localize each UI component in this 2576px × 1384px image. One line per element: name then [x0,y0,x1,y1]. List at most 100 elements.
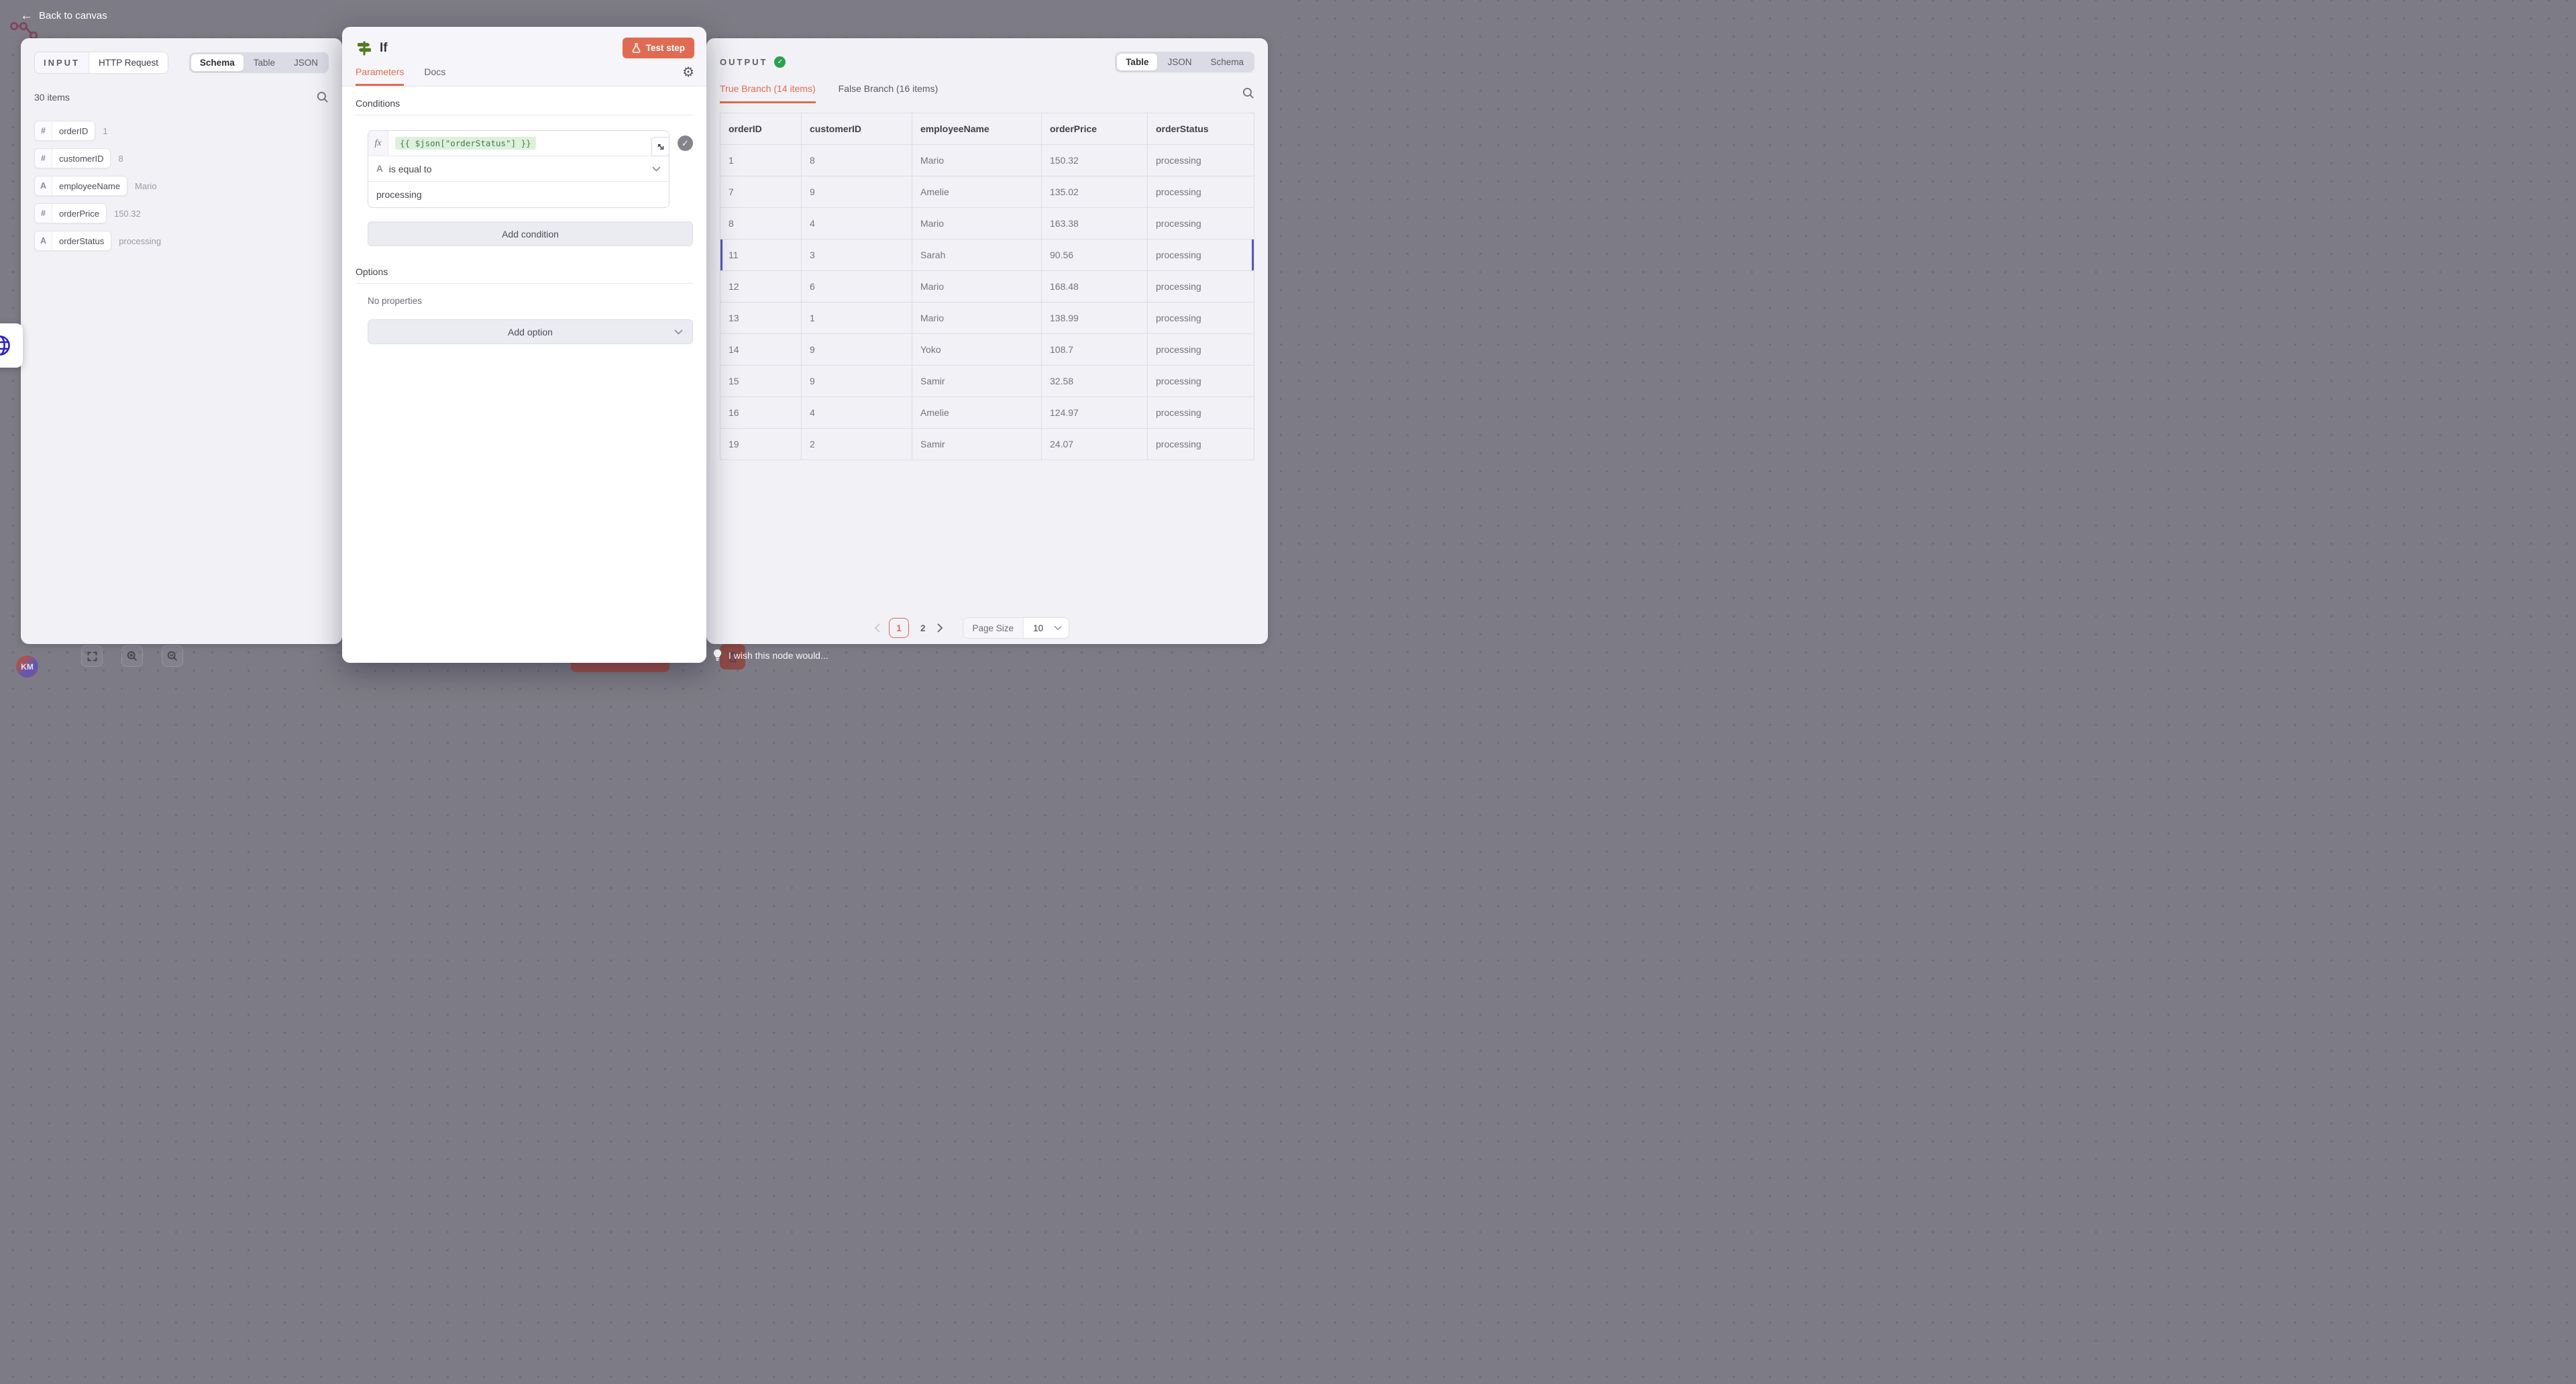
table-row[interactable]: 7 9 Amelie 135.02 processing [720,176,1254,208]
output-tab-schema[interactable]: Schema [1201,54,1252,70]
cell: 12 [720,271,802,303]
cell: 15 [720,366,802,397]
field-name: orderStatus [52,231,111,250]
input-tab-schema[interactable]: Schema [191,54,244,71]
schema-list: # orderID 1 # customerID 8 A employeeNam… [34,121,329,251]
table-row[interactable]: 11 3 Sarah 90.56 processing [720,239,1254,271]
search-icon [1242,87,1254,99]
back-to-canvas-button[interactable]: ← Back to canvas [20,9,107,22]
previous-page-button[interactable] [874,623,880,633]
no-properties-text: No properties [368,296,693,306]
schema-item[interactable]: # orderID 1 [34,121,108,141]
node-detail-modal: If Test step Parameters Docs ⚙ Condition… [342,27,706,663]
column-header[interactable]: orderStatus [1148,113,1254,145]
cell: processing [1148,271,1254,303]
schema-pill: # customerID [34,148,111,168]
lightbulb-icon [713,649,722,661]
field-value: 150.32 [114,209,141,219]
table-row[interactable]: 15 9 Samir 32.58 processing [720,366,1254,397]
table-row[interactable]: 12 6 Mario 168.48 processing [720,271,1254,303]
field-name: employeeName [52,176,127,195]
fx-prefix: fx [368,131,388,156]
schema-item[interactable]: A employeeName Mario [34,176,157,196]
input-search-button[interactable] [317,91,329,103]
chevron-right-icon [937,623,943,633]
expand-icon [656,142,665,151]
output-search-button[interactable] [1242,87,1254,99]
add-option-button[interactable]: Add option [368,319,693,344]
field-type-icon: A [35,176,52,195]
next-page-button[interactable] [937,623,943,633]
cell: 7 [720,176,802,208]
input-tab-json[interactable]: JSON [285,54,327,71]
column-header[interactable]: customerID [802,113,912,145]
condition-value: processing [376,189,422,200]
expression-input[interactable]: {{ $json["orderStatus"] }} [395,137,536,150]
table-row[interactable]: 14 9 Yoko 108.7 processing [720,334,1254,366]
cell: processing [1148,145,1254,176]
cell: processing [1148,429,1254,460]
tab-docs[interactable]: Docs [424,66,445,86]
schema-item[interactable]: # orderPrice 150.32 [34,203,141,223]
add-condition-button[interactable]: Add condition [368,221,693,246]
node-feedback-link[interactable]: I wish this node would... [713,649,828,661]
options-heading: Options [356,266,693,277]
input-node-button[interactable]: HTTP Request [89,52,168,73]
cell: 3 [802,239,912,271]
cell: 4 [802,208,912,239]
cell: 9 [802,366,912,397]
cell: 24.07 [1042,429,1148,460]
table-row[interactable]: 13 1 Mario 138.99 processing [720,303,1254,334]
cell: 124.97 [1042,397,1148,429]
open-expression-editor-button[interactable] [651,137,669,156]
conditions-heading: Conditions [356,98,693,109]
cell: Amelie [912,397,1042,429]
condition-left-value[interactable]: fx {{ $json["orderStatus"] }} [368,131,669,156]
input-tab-table[interactable]: Table [245,54,284,71]
table-row[interactable]: 19 2 Samir 24.07 processing [720,429,1254,460]
table-row[interactable]: 1 8 Mario 150.32 processing [720,145,1254,176]
output-tab-table[interactable]: Table [1117,54,1157,70]
tab-parameters[interactable]: Parameters [356,66,404,86]
table-row[interactable]: 8 4 Mario 163.38 processing [720,208,1254,239]
field-value: Mario [135,181,157,191]
node-settings-gear-icon[interactable]: ⚙ [682,64,694,81]
field-value: processing [119,236,161,246]
schema-item[interactable]: # customerID 8 [34,148,123,168]
field-type-icon: A [35,231,52,250]
back-to-canvas-label: Back to canvas [39,10,107,21]
schema-pill: # orderID [34,121,95,141]
page-button-2[interactable]: 2 [918,623,928,633]
output-view-switcher: Table JSON Schema [1115,52,1254,72]
cell: Yoko [912,334,1042,366]
condition-right-value[interactable]: processing [368,182,669,207]
condition-row: fx {{ $json["orderStatus"] }} A is equal… [368,130,693,208]
output-tab-json[interactable]: JSON [1159,54,1200,70]
tab-false-branch[interactable]: False Branch (16 items) [839,83,938,103]
search-icon [317,91,329,103]
column-header[interactable]: orderPrice [1042,113,1148,145]
avatar: KM [16,655,38,678]
field-type-icon: # [35,121,52,140]
input-view-switcher: Schema Table JSON [189,52,329,73]
schema-item[interactable]: A orderStatus processing [34,231,161,251]
cell: 138.99 [1042,303,1148,334]
column-header[interactable]: employeeName [912,113,1042,145]
cell: Mario [912,303,1042,334]
page-button-1[interactable]: 1 [889,618,909,638]
cell: Mario [912,208,1042,239]
table-row[interactable]: 16 4 Amelie 124.97 processing [720,397,1254,429]
page-size-select[interactable]: 10 [1024,618,1069,638]
avatar-initials: KM [21,662,34,672]
column-header[interactable]: orderID [720,113,802,145]
page-size-value: 10 [1033,623,1043,633]
tab-true-branch[interactable]: True Branch (14 items) [720,83,816,103]
input-node-chip-http-request[interactable] [0,323,23,368]
zoom-in-icon [126,650,138,662]
chevron-left-icon [874,623,880,633]
condition-valid-icon: ✓ [678,136,693,151]
chevron-down-icon [1054,625,1062,631]
condition-operator-select[interactable]: A is equal to [368,156,669,182]
test-step-button[interactable]: Test step [623,38,694,58]
test-step-label: Test step [646,43,685,53]
